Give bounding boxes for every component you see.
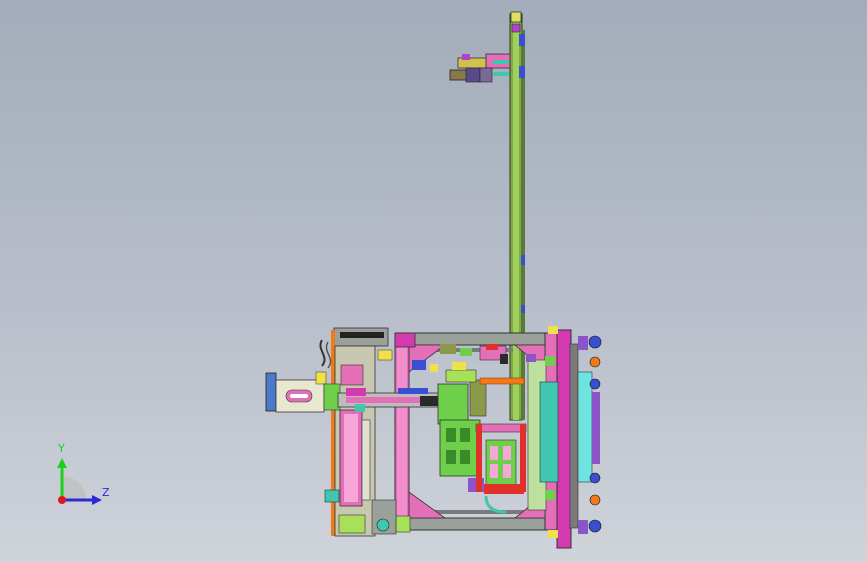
axis-triad [57, 458, 102, 505]
z-axis-arrowhead [92, 495, 102, 505]
x-axis-dot [58, 496, 66, 504]
z-axis-label: Z [102, 486, 110, 499]
motor-end-block [265, 371, 341, 413]
y-axis-label: Y [58, 442, 65, 455]
assembly-drawing[interactable] [0, 0, 867, 562]
y-axis-arrowhead [57, 458, 67, 468]
cad-viewport[interactable]: Y Z [0, 0, 867, 562]
top-gripper-cluster [449, 53, 511, 83]
left-cylinder-assembly [319, 327, 397, 537]
vertical-mast [509, 11, 525, 421]
